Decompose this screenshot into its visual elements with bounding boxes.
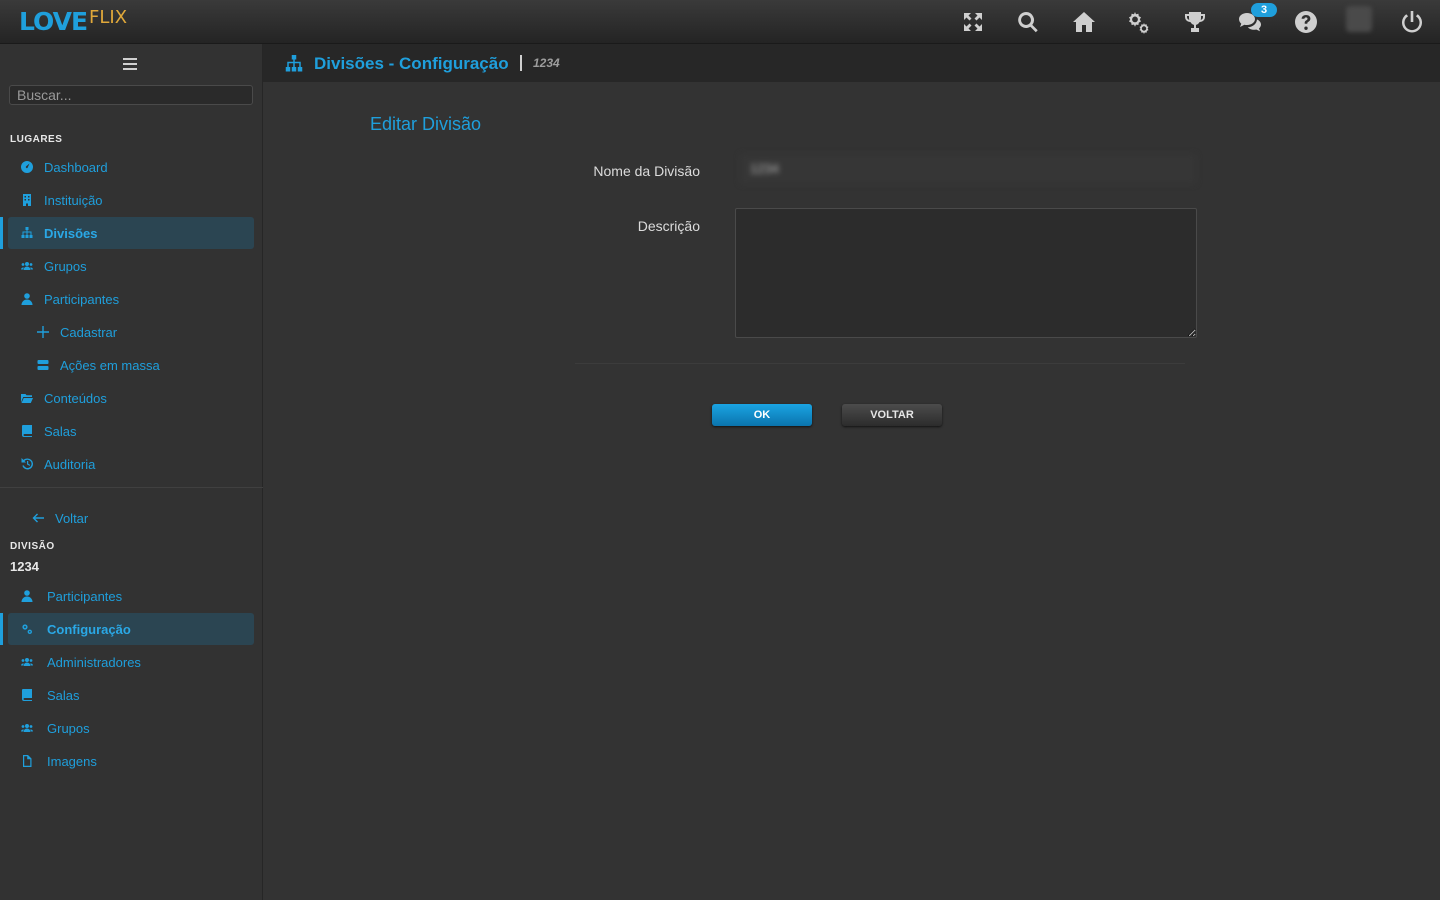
arrow-left-icon — [31, 511, 45, 525]
sidebar-item-label: Salas — [44, 423, 77, 439]
division-item-label: Grupos — [47, 720, 90, 736]
sidebar-item-label: Participantes — [44, 291, 120, 307]
sidebar-item-instituicao[interactable]: Instituição — [8, 184, 254, 216]
back-button[interactable]: VOLTAR — [842, 404, 942, 426]
page-code: 1234 — [533, 56, 560, 70]
sidebar-item-salas[interactable]: Salas — [8, 415, 254, 447]
sidebar-item-participantes[interactable]: Participantes — [8, 283, 254, 315]
division-item-grupos[interactable]: Grupos — [8, 712, 254, 744]
sidebar-search-input[interactable] — [9, 85, 253, 105]
places-section-title: LUGARES — [10, 134, 63, 145]
logo[interactable]: LOVE FLIX — [19, 6, 127, 38]
building-icon — [20, 193, 34, 207]
sidebar-item-dashboard[interactable]: Dashboard — [8, 151, 254, 183]
power-icon[interactable] — [1399, 9, 1425, 35]
search-icon[interactable] — [1015, 9, 1041, 35]
sidebar-divider — [0, 487, 263, 488]
home-icon[interactable] — [1071, 9, 1097, 35]
top-bar: LOVE FLIX 3 — [0, 0, 1440, 44]
division-item-label: Administradores — [47, 654, 141, 670]
sidebar-item-label: Divisões — [44, 225, 98, 241]
chat-badge: 3 — [1251, 3, 1277, 17]
layers-icon — [36, 358, 50, 372]
page-title: Divisões - Configuração — [314, 54, 509, 73]
sidebar-item-auditoria[interactable]: Auditoria — [8, 448, 254, 480]
book-icon — [20, 424, 34, 438]
sidebar-item-label: Cadastrar — [60, 324, 118, 340]
chat-icon[interactable]: 3 — [1237, 3, 1277, 35]
users-icon — [20, 259, 34, 273]
sidebar-item-label: Conteúdos — [44, 390, 107, 406]
gears-icon — [20, 622, 34, 636]
users-icon — [20, 721, 34, 735]
division-item-salas[interactable]: Salas — [8, 679, 254, 711]
division-item-participantes[interactable]: Participantes — [8, 580, 254, 612]
menu-toggle-icon[interactable] — [123, 58, 137, 70]
ok-button[interactable]: OK — [712, 404, 812, 426]
dashboard-icon — [20, 160, 34, 174]
history-icon — [20, 457, 34, 471]
file-icon — [20, 754, 34, 768]
help-icon[interactable] — [1293, 9, 1319, 35]
description-label: Descrição — [637, 218, 700, 234]
sidebar-back-link[interactable]: Voltar — [8, 502, 254, 534]
sidebar-item-divisoes[interactable]: Divisões — [0, 217, 254, 249]
division-item-label: Configuração — [47, 621, 131, 637]
division-item-imagens[interactable]: Imagens — [8, 745, 254, 777]
logo-love: LOVE — [19, 7, 88, 36]
book-icon — [20, 688, 34, 702]
division-item-configuracao[interactable]: Configuração — [0, 613, 254, 645]
page-header: Divisões - Configuração 1234 — [263, 44, 1440, 82]
division-name-field[interactable]: 1234 — [740, 154, 1196, 184]
sidebar-item-conteudos[interactable]: Conteúdos — [8, 382, 254, 414]
sidebar-item-label: Instituição — [44, 192, 103, 208]
division-item-administradores[interactable]: Administradores — [8, 646, 254, 678]
sidebar-item-cadastrar[interactable]: Cadastrar — [8, 316, 254, 348]
form-title: Editar Divisão — [370, 114, 482, 134]
user-icon — [20, 589, 34, 603]
description-field[interactable] — [735, 208, 1197, 338]
name-label: Nome da Divisão — [593, 163, 700, 179]
division-item-label: Imagens — [47, 753, 97, 769]
logo-flix: FLIX — [89, 7, 128, 28]
sidebar-item-label: Grupos — [44, 258, 87, 274]
division-section-title: DIVISÃO — [10, 541, 55, 552]
fullscreen-icon[interactable] — [960, 9, 986, 35]
form-divider — [575, 363, 1185, 364]
division-item-label: Participantes — [47, 588, 123, 604]
users-icon — [20, 655, 34, 669]
user-icon — [20, 292, 34, 306]
title-separator — [520, 55, 522, 71]
sidebar-item-grupos[interactable]: Grupos — [8, 250, 254, 282]
gears-icon[interactable] — [1126, 9, 1152, 35]
division-code: 1234 — [10, 559, 39, 574]
sitemap-icon — [285, 55, 303, 73]
trophy-icon[interactable] — [1182, 9, 1208, 35]
plus-icon — [36, 325, 50, 339]
division-item-label: Salas — [47, 687, 80, 703]
avatar[interactable] — [1346, 6, 1372, 32]
sidebar: LUGARES Dashboard Instituição Divisões G… — [0, 44, 263, 900]
sidebar-item-label: Auditoria — [44, 456, 96, 472]
sidebar-back-label: Voltar — [55, 510, 89, 526]
folder-icon — [20, 391, 34, 405]
sidebar-item-label: Dashboard — [44, 159, 108, 175]
sidebar-item-label: Ações em massa — [60, 357, 160, 373]
sidebar-item-acoes-em-massa[interactable]: Ações em massa — [8, 349, 254, 381]
sitemap-icon — [20, 226, 34, 240]
